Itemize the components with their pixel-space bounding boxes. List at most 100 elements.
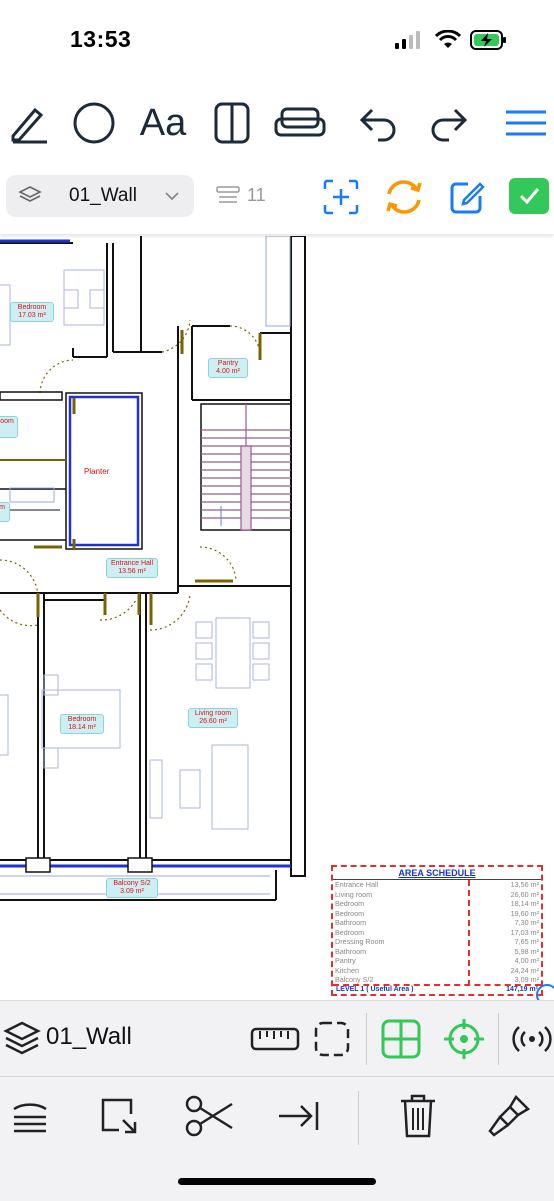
room-name: Entrance Hall [110,560,154,567]
schedule-row-value: 24,24 m² [510,965,539,975]
room-area: 4.00 m² [216,368,240,375]
area-schedule-table[interactable]: AREA SCHEDULE Entrance Hall 13,56 m² Livi… [331,865,543,996]
add-selection-icon[interactable] [322,178,360,221]
schedule-row: Bedroom 17,03 m² [335,928,541,938]
circle-icon[interactable] [66,98,122,148]
room-tag[interactable]: m [0,502,10,522]
schedule-row: Dressing Room 7,65 m² [335,937,541,947]
room-name: Bedroom [67,716,97,723]
room-area: 13.56 m² [118,568,146,575]
scissors-icon[interactable] [184,1093,236,1139]
schedule-row-name: Kitchen [335,965,359,975]
schedule-row-name: Dressing Room [335,937,385,946]
grid-snap-icon[interactable] [380,1018,422,1065]
toolbar-divider [358,1091,359,1145]
schedule-row-value: 7,65 m² [514,937,539,946]
redo-icon[interactable] [420,98,476,148]
battery-charging-icon [470,29,508,56]
sync-icon[interactable] [383,176,425,223]
edit-icon[interactable] [448,178,486,221]
floor-plan-canvas[interactable]: Bedroom 17.03 m² Pantry 4.00 m² oom Plan… [0,236,554,1000]
trash-icon[interactable] [396,1091,440,1141]
schedule-row: Bedroom 19,60 m² [335,909,541,919]
object-count: 11 [247,185,266,205]
layer-dropdown[interactable]: 01_Wall [6,175,194,217]
object-list-icon [216,186,240,211]
room-area: 26.60 m² [199,718,227,725]
schedule-row-value: 19,60 m² [510,908,539,918]
schedule-row: Kitchen 24,24 m² [335,966,541,976]
layer-toolbar: 01_Wall 11 [0,158,554,234]
selection-handle-icon[interactable] [536,984,554,1000]
toolbar-divider [366,1013,367,1065]
menu-icon[interactable] [498,98,554,148]
schedule-row-value: 7,30 m² [514,918,539,927]
room-tag[interactable]: Balcony S/2 3.09 m² [106,878,158,898]
schedule-total-label: LEVEL 1 ( Useful Area ) [336,986,414,993]
schedule-row: Bedroom 18,14 m² [335,899,541,909]
crosshair-icon[interactable] [442,1017,486,1066]
toolbar-divider [498,1013,499,1065]
text-tool-label: Aa [139,101,187,144]
room-tag[interactable]: oom [0,416,18,438]
schedule-total-value: 147,19 m² [506,986,538,993]
home-indicator [178,1178,376,1185]
active-layer-name[interactable]: 01_Wall [46,1023,132,1051]
wifi-icon [434,29,462,55]
room-label-planter: Planter [84,467,110,476]
ruler-icon[interactable] [250,1025,300,1058]
room-name: m [0,504,5,511]
room-name: Pantry [217,360,239,367]
room-tag[interactable]: Bedroom 18.14 m² [60,714,104,734]
door-icon[interactable] [204,98,260,148]
room-name: oom [0,418,14,425]
status-time: 13:53 [70,26,132,52]
schedule-row-value: 13,56 m² [510,880,539,889]
schedule-row-name: Bedroom [335,899,365,908]
room-name: Bedroom [17,304,47,311]
sofa-icon[interactable] [272,98,328,148]
schedule-row-name: Pantry [335,956,356,965]
schedule-row-name: Living room [335,889,373,899]
schedule-row-value: 5,98 m² [514,946,539,956]
layer-name: 01_Wall [69,185,137,206]
schedule-row-name: Bathroom [335,918,367,927]
stack-icon[interactable] [8,1093,52,1137]
schedule-row-name: Bathroom [335,946,367,956]
schedule-row-value: 4,00 m² [514,956,539,965]
room-name: Balcony S/2 [113,880,151,887]
resize-icon[interactable] [96,1093,142,1139]
room-area: 3.09 m² [120,888,144,895]
chevron-down-icon [164,189,180,207]
schedule-row: Bathroom 7,30 m² [335,918,541,928]
room-name: Living room [194,710,232,717]
schedule-row-name: Entrance Hall [335,880,379,889]
layers-icon [18,185,42,212]
room-tag[interactable]: Entrance Hall 13.56 m² [106,558,158,578]
undo-icon[interactable] [351,98,407,148]
schedule-row-value: 26,60 m² [510,889,539,899]
paint-brush-icon[interactable] [484,1091,534,1141]
room-tag[interactable]: Bedroom 17.03 m² [10,302,54,322]
schedule-row: Living room 26,60 m² [335,890,541,900]
layers-icon[interactable] [2,1019,42,1064]
area-schedule-title: AREA SCHEDULE [398,868,476,878]
extend-icon[interactable] [274,1093,324,1139]
schedule-row: Entrance Hall 13,56 m² [335,880,541,890]
signal-icon[interactable] [510,1023,554,1060]
signal-bars-icon [395,31,421,54]
schedule-row-name: Bedroom [335,908,365,918]
layer-status-bar: 01_Wall [0,1000,554,1077]
schedule-row-value: 18,14 m² [510,899,539,908]
schedule-row: Pantry 4,00 m² [335,956,541,966]
selection-box-icon[interactable] [312,1019,352,1064]
pencil-icon[interactable] [0,98,56,148]
schedule-row-value: 17,03 m² [510,927,539,937]
room-tag[interactable]: Pantry 4.00 m² [208,358,248,378]
confirm-icon[interactable] [509,178,549,214]
room-tag[interactable]: Living room 26.60 m² [188,708,238,728]
room-area: 18.14 m² [68,724,96,731]
schedule-row-name: Bedroom [335,927,365,937]
room-area: 17.03 m² [18,312,46,319]
text-icon[interactable]: Aa [135,98,191,148]
